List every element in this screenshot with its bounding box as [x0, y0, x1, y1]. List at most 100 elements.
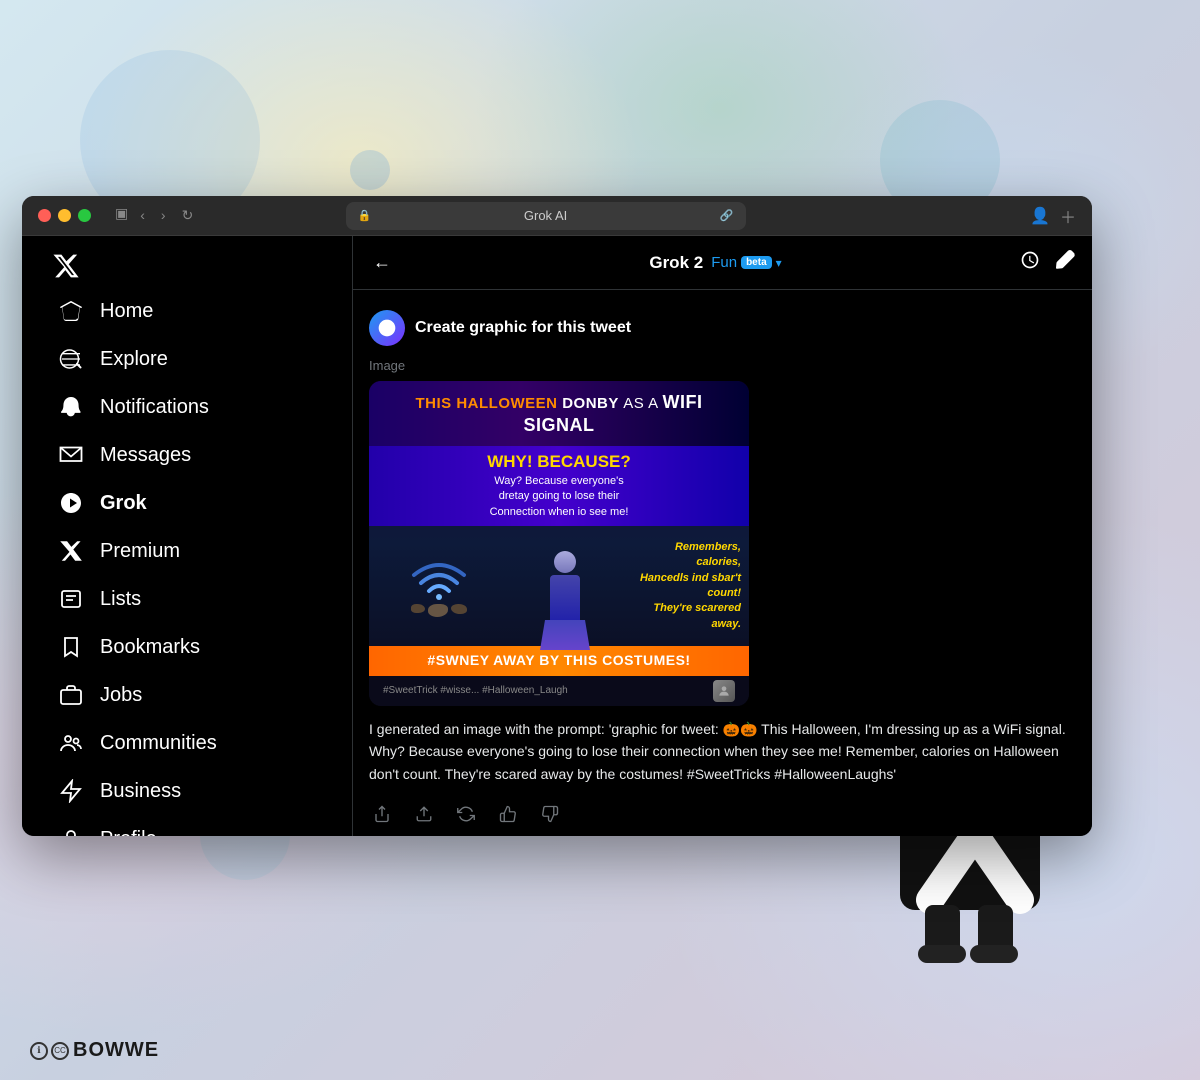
sidebar-toggle-button[interactable]: ▣: [115, 205, 128, 226]
title-as: as A: [623, 395, 662, 412]
sidebar-item-lists[interactable]: Lists: [46, 576, 328, 622]
generated-image: THIS HALLOWEEN Donby as A WIFI SIGNAL WH…: [369, 381, 749, 706]
browser-chrome: ▣ ‹ › ↻ 🔒 Grok AI 🔗 👤 ＋: [22, 196, 1092, 236]
lock-icon: 🔒: [358, 209, 372, 222]
grok-avatar: [369, 310, 405, 346]
wifi-symbol: [409, 555, 469, 600]
regenerate-button[interactable]: [453, 801, 479, 832]
grok-beta-badge: beta: [741, 256, 772, 269]
bookmarks-label: Bookmarks: [100, 636, 200, 659]
character-figure: [530, 551, 600, 641]
image-label: Image: [369, 358, 1076, 373]
dislike-button[interactable]: [537, 801, 563, 832]
twitter-sidebar: Home Explore Notifications: [22, 236, 352, 836]
share-button[interactable]: [369, 801, 395, 832]
grok-mode-button[interactable]: Fun beta ▾: [711, 254, 781, 271]
communities-label: Communities: [100, 732, 217, 755]
grok-back-button[interactable]: ←: [369, 248, 395, 277]
notifications-label: Notifications: [100, 396, 209, 419]
maximize-window-button[interactable]: [78, 209, 91, 222]
sidebar-item-communities[interactable]: Communities: [46, 720, 328, 766]
title-halloween: THIS HALLOWEEN: [416, 395, 563, 412]
grok-message-header: Create graphic for this tweet: [369, 310, 1076, 346]
forward-button[interactable]: ›: [157, 205, 170, 226]
why-text: Way? Because everyone'sdretay going to l…: [383, 474, 735, 520]
refresh-button[interactable]: ↻: [178, 205, 198, 226]
image-right-text: Remembers, calories, Hancedls ind sbar't…: [621, 526, 749, 646]
sidebar-item-profile[interactable]: Profile: [46, 816, 328, 836]
grok-mode-label: Fun: [711, 254, 737, 271]
explore-icon: [58, 346, 84, 372]
grok-message-title: Create graphic for this tweet: [415, 319, 631, 337]
sidebar-nav: Home Explore Notifications: [46, 288, 328, 836]
italic-text-2: Hancedls ind sbar't count!: [629, 571, 741, 602]
sidebar-item-premium[interactable]: Premium: [46, 528, 328, 574]
lists-icon: [58, 586, 84, 612]
grok-response-text: I generated an image with the prompt: 'g…: [369, 718, 1076, 785]
bell-icon: [58, 394, 84, 420]
italic-text-3: They're scarered away.: [629, 601, 741, 632]
jobs-label: Jobs: [100, 684, 142, 707]
url-text: Grok AI: [379, 208, 712, 223]
sidebar-item-messages[interactable]: Messages: [46, 432, 328, 478]
character-figure-area: [509, 526, 621, 646]
user-small-avatar: [713, 680, 735, 702]
grok-icon: [58, 490, 84, 516]
bowwe-logo: ℹ CC BOWWE: [30, 1039, 159, 1062]
minimize-window-button[interactable]: [58, 209, 71, 222]
account-button[interactable]: 👤: [1030, 206, 1050, 226]
address-bar[interactable]: 🔒 Grok AI 🔗: [346, 202, 746, 230]
history-button[interactable]: [1020, 250, 1040, 275]
new-tab-button[interactable]: ＋: [1060, 204, 1076, 228]
image-hashtag-bar: #SweetTrick #wisse... #Halloween_Laugh: [369, 676, 749, 706]
bowwe-icons: ℹ CC: [30, 1042, 69, 1060]
sidebar-item-grok[interactable]: Grok: [46, 480, 328, 526]
grok-title-area: Grok 2 Fun beta ▾: [411, 253, 1020, 273]
messages-icon: [58, 442, 84, 468]
bowwe-watermark: ℹ CC BOWWE: [30, 1039, 159, 1062]
x-logo[interactable]: [46, 252, 86, 280]
messages-label: Messages: [100, 444, 191, 467]
cc-circle-icon: CC: [51, 1042, 69, 1060]
x-logo-icon: [52, 252, 80, 280]
sidebar-item-explore[interactable]: Explore: [46, 336, 328, 382]
wifi-symbol-area: [369, 526, 509, 646]
link-icon: 🔗: [720, 209, 734, 222]
browser-content: Home Explore Notifications: [22, 236, 1092, 836]
image-bottom-banner: #SWNEY AWAY BY THIS COSTUMES!: [369, 646, 749, 676]
business-icon: [58, 778, 84, 804]
sidebar-item-business[interactable]: Business: [46, 768, 328, 814]
compose-button[interactable]: [1056, 250, 1076, 275]
browser-right-controls: 👤 ＋: [1030, 204, 1076, 228]
bottom-banner-text: #SWNEY AWAY BY THIS COSTUMES!: [427, 652, 690, 668]
info-circle-icon: ℹ: [30, 1042, 48, 1060]
communities-icon: [58, 730, 84, 756]
sidebar-item-jobs[interactable]: Jobs: [46, 672, 328, 718]
grok-content-area[interactable]: Create graphic for this tweet Image THIS…: [353, 290, 1092, 836]
home-label: Home: [100, 300, 153, 323]
explore-label: Explore: [100, 348, 168, 371]
grok-header-actions: [1020, 250, 1076, 275]
like-button[interactable]: [495, 801, 521, 832]
why-title: WHY! BECAUSE?: [383, 452, 735, 472]
upload-button[interactable]: [411, 801, 437, 832]
image-title-text: THIS HALLOWEEN Donby as A WIFI SIGNAL: [383, 391, 735, 438]
sidebar-item-notifications[interactable]: Notifications: [46, 384, 328, 430]
image-why-section: WHY! BECAUSE? Way? Because everyone'sdre…: [369, 446, 749, 526]
grok-title: Grok 2: [649, 253, 703, 273]
close-window-button[interactable]: [38, 209, 51, 222]
traffic-lights: [38, 209, 91, 222]
sidebar-item-bookmarks[interactable]: Bookmarks: [46, 624, 328, 670]
premium-label: Premium: [100, 540, 180, 563]
browser-nav-controls: ▣ ‹ › ↻: [111, 205, 197, 226]
profile-icon: [58, 826, 84, 836]
rocks-decoration: [411, 604, 467, 617]
sidebar-item-home[interactable]: Home: [46, 288, 328, 334]
image-center-section: Remembers, calories, Hancedls ind sbar't…: [369, 526, 749, 646]
lists-label: Lists: [100, 588, 141, 611]
bookmarks-icon: [58, 634, 84, 660]
grok-action-buttons: [369, 801, 1076, 832]
business-label: Business: [100, 780, 181, 803]
back-button[interactable]: ‹: [136, 205, 149, 226]
title-donby: Donby: [562, 395, 623, 412]
